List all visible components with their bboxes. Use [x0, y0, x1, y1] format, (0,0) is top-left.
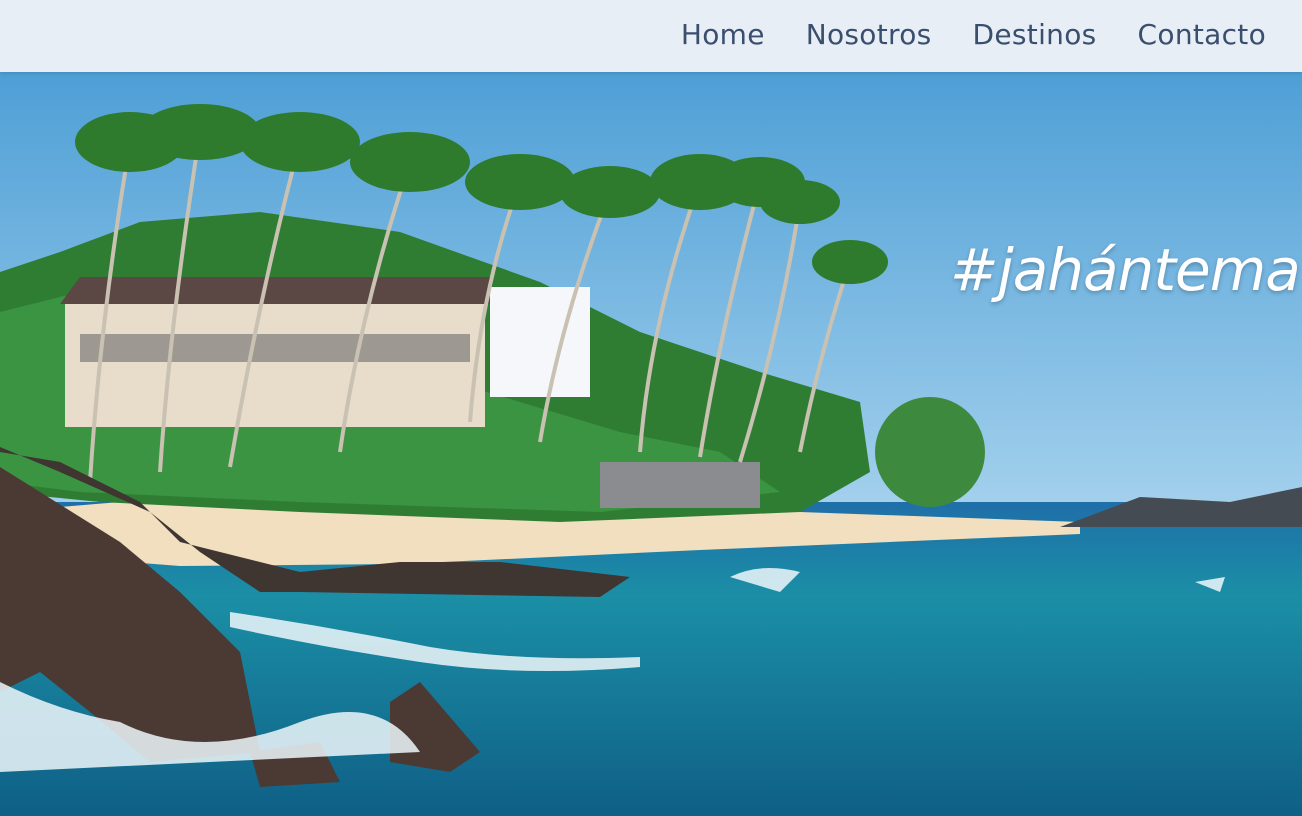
hero-tagline: #jahántema: [950, 236, 1301, 304]
main-nav: Home Nosotros Destinos Contacto: [681, 0, 1266, 68]
nav-link-home[interactable]: Home: [681, 18, 765, 51]
top-navbar: Home Nosotros Destinos Contacto: [0, 0, 1302, 72]
nav-link-contacto[interactable]: Contacto: [1138, 18, 1266, 51]
nav-link-nosotros[interactable]: Nosotros: [806, 18, 932, 51]
hero-banner: #jahántema: [0, 72, 1302, 816]
nav-link-destinos[interactable]: Destinos: [973, 18, 1097, 51]
tropical-beach-photo: [0, 72, 1302, 816]
